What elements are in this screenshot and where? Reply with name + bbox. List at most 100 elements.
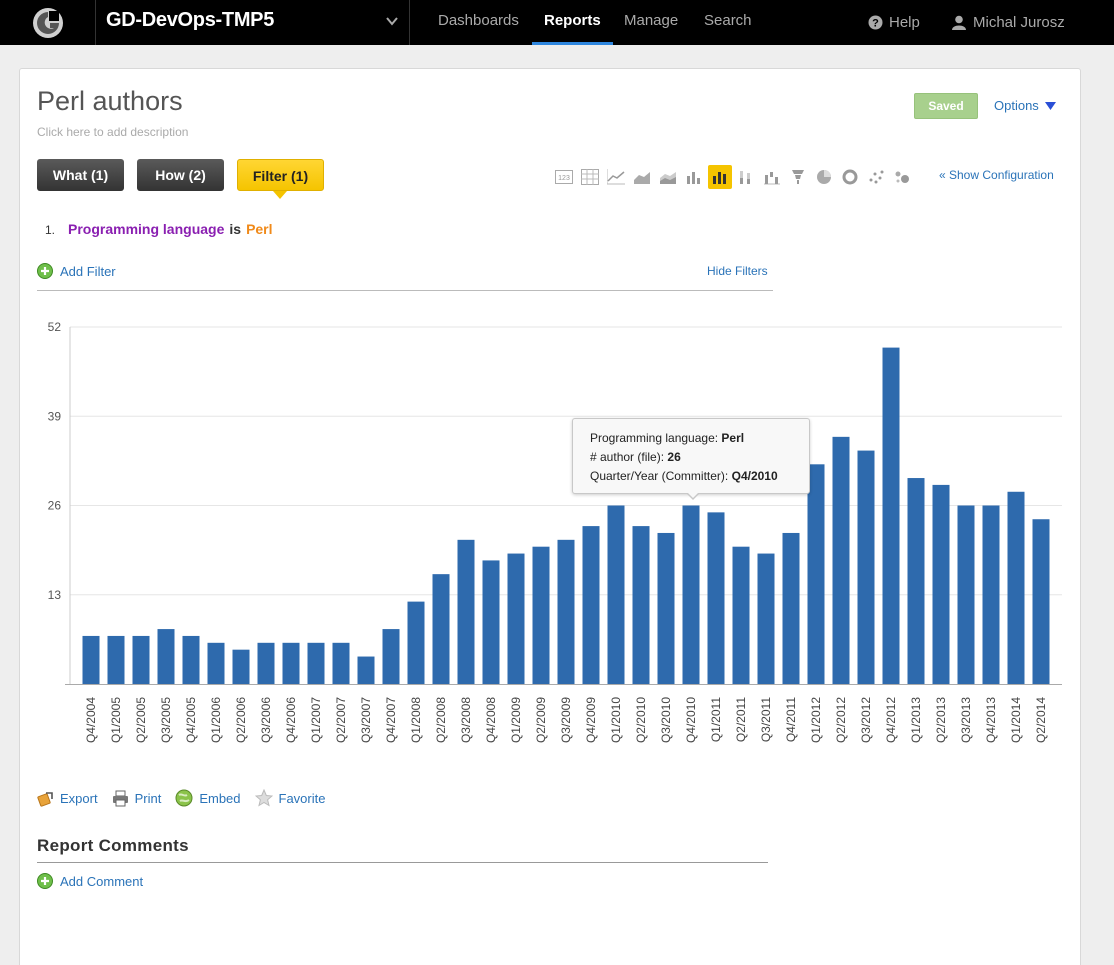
help-label: Help [889, 13, 920, 31]
globe-icon [175, 789, 193, 807]
chart-bar[interactable] [132, 635, 150, 684]
export-button[interactable]: Export [37, 790, 98, 807]
chart-bar[interactable] [882, 347, 900, 684]
x-tick-label: Q3/2006 [259, 697, 273, 743]
help-link[interactable]: ? Help [868, 0, 920, 45]
chart-bar[interactable] [757, 553, 775, 684]
chart-bar[interactable] [382, 629, 400, 684]
chart-bar[interactable] [582, 526, 600, 684]
bubble-icon[interactable] [890, 165, 914, 189]
table-number-icon[interactable]: 123 [552, 165, 576, 189]
chart-bar[interactable] [457, 539, 475, 684]
chart-bar[interactable] [832, 436, 850, 684]
user-menu[interactable]: Michal Jurosz [952, 0, 1065, 45]
chart-bar[interactable] [707, 512, 725, 684]
chart-bar[interactable] [1007, 491, 1025, 684]
nav-search[interactable]: Search [704, 0, 752, 45]
saved-button[interactable]: Saved [914, 93, 978, 119]
tooltip-line-language: Programming language: Perl [590, 429, 809, 448]
add-filter-button[interactable]: Add Filter [37, 263, 116, 279]
scatter-icon[interactable] [864, 165, 888, 189]
chart-bar[interactable] [257, 642, 275, 684]
chart-bar[interactable] [657, 532, 675, 684]
chart-bar[interactable] [682, 505, 700, 685]
chart-bar[interactable] [307, 642, 325, 684]
waterfall-icon[interactable] [760, 165, 784, 189]
table-icon[interactable] [578, 165, 602, 189]
report-title[interactable]: Perl authors [37, 86, 183, 117]
add-filter-label: Add Filter [60, 263, 116, 279]
add-comment-button[interactable]: Add Comment [37, 873, 143, 889]
plus-circle-icon [37, 263, 53, 279]
chart-bar[interactable] [732, 546, 750, 684]
chart-bar[interactable] [857, 450, 875, 684]
chevron-down-icon [386, 17, 398, 26]
chart-bar[interactable] [782, 532, 800, 684]
x-tick-label: Q3/2007 [359, 697, 373, 743]
x-tick-label: Q4/2010 [684, 697, 698, 743]
chart-bar[interactable] [932, 484, 950, 684]
plus-circle-icon [37, 873, 53, 889]
nav-dashboards[interactable]: Dashboards [438, 0, 519, 45]
tab-how[interactable]: How (2) [137, 159, 224, 191]
filter-item[interactable]: 1. Programming language is Perl [45, 221, 273, 237]
gooddata-logo[interactable] [0, 0, 96, 45]
show-configuration-link[interactable]: « Show Configuration [939, 168, 1054, 182]
caret-down-icon [1044, 101, 1056, 110]
filter-value[interactable]: Perl [246, 221, 272, 237]
tab-filter[interactable]: Filter (1) [237, 159, 324, 191]
chart-bar[interactable] [507, 553, 525, 684]
chart-bar[interactable] [607, 505, 625, 685]
printer-icon [112, 790, 128, 806]
project-switcher[interactable]: GD-DevOps-TMP5 [96, 0, 410, 45]
chart-bar[interactable] [907, 478, 925, 684]
nav-manage[interactable]: Manage [624, 0, 678, 45]
chart-bar[interactable] [532, 546, 550, 684]
funnel-icon[interactable] [786, 165, 810, 189]
x-tick-label: Q4/2007 [384, 697, 398, 743]
stacked-area-icon[interactable] [656, 165, 680, 189]
options-label: Options [994, 98, 1039, 113]
column-chart-icon[interactable] [708, 165, 732, 189]
chart-bar[interactable] [182, 635, 200, 684]
chart-bar[interactable] [207, 642, 225, 684]
tooltip-quarter-value: Q4/2010 [731, 469, 778, 483]
filter-attribute[interactable]: Programming language [68, 221, 224, 237]
chart-bar[interactable] [357, 656, 375, 684]
embed-label: Embed [199, 790, 241, 806]
chart-bar[interactable] [482, 560, 500, 684]
tooltip-line-quarter: Quarter/Year (Committer): Q4/2010 [590, 467, 809, 486]
report-description[interactable]: Click here to add description [37, 125, 188, 139]
pie-chart-icon[interactable] [812, 165, 836, 189]
line-chart-icon[interactable] [604, 165, 628, 189]
embed-button[interactable]: Embed [175, 789, 241, 807]
chart-bar[interactable] [232, 649, 250, 684]
x-tick-label: Q4/2012 [884, 697, 898, 743]
x-tick-label: Q4/2004 [84, 697, 98, 743]
stacked-column-icon[interactable] [734, 165, 758, 189]
x-tick-label: Q1/2005 [109, 697, 123, 743]
chart-bar[interactable] [557, 539, 575, 684]
chart-bar[interactable] [1032, 519, 1050, 684]
chart-bar[interactable] [82, 635, 100, 684]
chart-bar[interactable] [407, 601, 425, 684]
x-tick-label: Q2/2008 [434, 697, 448, 743]
nav-reports[interactable]: Reports [532, 0, 613, 45]
bar-chart-icon[interactable] [682, 165, 706, 189]
chart-bar[interactable] [282, 642, 300, 684]
chart-bar[interactable] [807, 464, 825, 684]
chart-bar[interactable] [157, 629, 175, 684]
chart-bar[interactable] [107, 635, 125, 684]
chart-bar[interactable] [982, 505, 1000, 685]
area-chart-icon[interactable] [630, 165, 654, 189]
options-menu[interactable]: Options [994, 98, 1056, 113]
print-button[interactable]: Print [112, 790, 161, 807]
favorite-button[interactable]: Favorite [254, 789, 325, 807]
chart-bar[interactable] [432, 574, 450, 684]
donut-chart-icon[interactable] [838, 165, 862, 189]
chart-bar[interactable] [957, 505, 975, 685]
chart-bar[interactable] [332, 642, 350, 684]
hide-filters-link[interactable]: Hide Filters [707, 264, 768, 278]
tab-what[interactable]: What (1) [37, 159, 124, 191]
chart-bar[interactable] [632, 526, 650, 684]
